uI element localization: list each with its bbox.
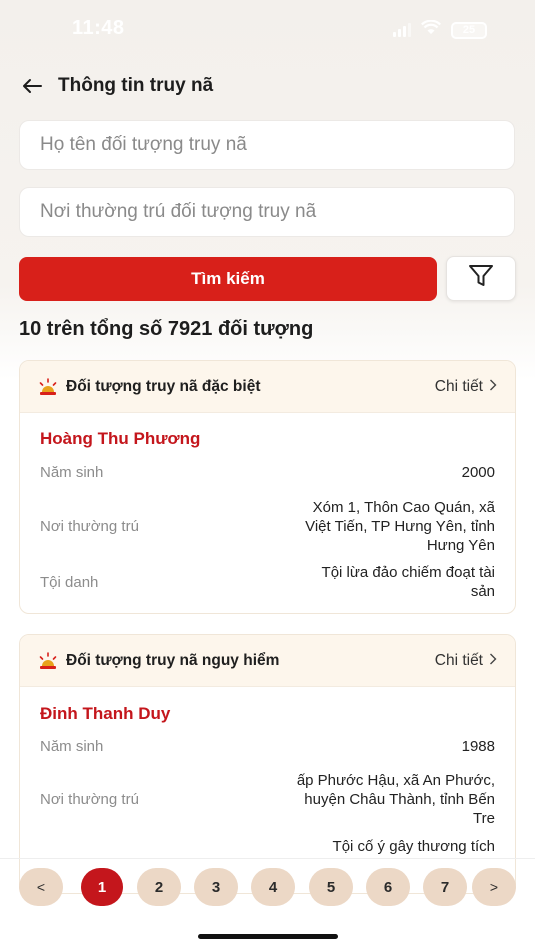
- crime-label: Tội danh: [40, 573, 99, 591]
- crime-value: Tội cố ý gây thương tích: [332, 838, 495, 855]
- person-name: Hoàng Thu Phương: [40, 429, 201, 448]
- page-button-3[interactable]: 3: [194, 868, 238, 906]
- next-page-button[interactable]: >: [472, 868, 516, 906]
- page-button-5[interactable]: 5: [309, 868, 353, 906]
- status-icons: 25: [393, 19, 487, 40]
- signal-icon: [393, 23, 411, 37]
- birth-label: Năm sinh: [40, 738, 104, 755]
- pagination: < 1 2 3 4 5 6 7 >: [0, 868, 535, 908]
- back-arrow-icon[interactable]: [20, 74, 44, 98]
- chevron-right-icon: [489, 652, 497, 670]
- page-button-1[interactable]: 1: [81, 868, 123, 906]
- battery-icon: 25: [451, 21, 487, 39]
- address-line: Hưng Yên: [426, 536, 495, 554]
- detail-label: Chi tiết: [434, 377, 483, 395]
- crime-line: Tội lừa đảo chiếm đoạt tài: [321, 564, 495, 581]
- result-count: 10 trên tổng số 7921 đối tượng: [19, 318, 314, 340]
- page-button-2[interactable]: 2: [137, 868, 181, 906]
- card-header: Đối tượng truy nã nguy hiểm Chi tiết: [20, 635, 515, 687]
- siren-icon: [38, 377, 58, 397]
- page-button-4[interactable]: 4: [251, 868, 295, 906]
- birth-label: Năm sinh: [40, 464, 104, 481]
- address-line: huyện Châu Thành, tỉnh Bến: [304, 790, 495, 808]
- card-category: Đối tượng truy nã nguy hiểm: [66, 651, 280, 669]
- detail-link[interactable]: Chi tiết: [435, 652, 497, 670]
- app-header: Thông tin truy nã: [20, 70, 515, 102]
- wanted-card: Đối tượng truy nã nguy hiểm Chi tiết Đin…: [19, 634, 516, 894]
- status-bar: 11:48 25: [0, 0, 535, 60]
- page-button-6[interactable]: 6: [366, 868, 410, 906]
- crime-row: Tội cố ý gây thương tích: [40, 837, 495, 856]
- wanted-card: Đối tượng truy nã đặc biệt Chi tiết Hoàn…: [19, 360, 516, 614]
- crime-value: Tội lừa đảo chiếm đoạt tài sản: [322, 563, 495, 601]
- name-field-container: [19, 120, 515, 170]
- search-button[interactable]: Tìm kiếm: [19, 257, 437, 301]
- address-line: Việt Tiến, TP Hưng Yên, tỉnh: [305, 517, 495, 535]
- address-line: Tre: [473, 809, 495, 827]
- siren-icon: [38, 651, 58, 671]
- card-header: Đối tượng truy nã đặc biệt Chi tiết: [20, 361, 515, 413]
- address-search-input[interactable]: [40, 201, 514, 223]
- detail-label: Chi tiết: [434, 651, 483, 669]
- detail-link[interactable]: Chi tiết: [435, 378, 497, 396]
- wifi-icon: [421, 19, 441, 40]
- address-line: ấp Phước Hậu, xã An Phước,: [296, 771, 495, 789]
- person-name: Đinh Thanh Duy: [40, 704, 171, 723]
- prev-page-button[interactable]: <: [19, 868, 63, 906]
- address-field-container: [19, 187, 515, 237]
- address-value: ấp Phước Hậu, xã An Phước, huyện Châu Th…: [297, 771, 495, 828]
- birth-row: Năm sinh 2000: [40, 463, 495, 482]
- address-value: Xóm 1, Thôn Cao Quán, xã Việt Tiến, TP H…: [305, 498, 495, 555]
- address-label: Nơi thường trú: [40, 790, 139, 808]
- crime-row: Tội danh Tội lừa đảo chiếm đoạt tài sản: [40, 562, 495, 602]
- status-time: 11:48: [72, 17, 125, 39]
- address-row: Nơi thường trú Xóm 1, Thôn Cao Quán, xã …: [40, 497, 495, 555]
- birth-row: Năm sinh 1988: [40, 737, 495, 756]
- birth-year: 2000: [461, 464, 495, 481]
- pager-divider: [0, 858, 535, 859]
- address-label: Nơi thường trú: [40, 517, 139, 535]
- address-row: Nơi thường trú ấp Phước Hậu, xã An Phước…: [40, 770, 495, 828]
- filter-icon: [468, 264, 494, 293]
- address-line: Xóm 1, Thôn Cao Quán, xã: [312, 498, 495, 516]
- filter-button[interactable]: [446, 256, 516, 301]
- page-title: Thông tin truy nã: [58, 75, 214, 96]
- chevron-right-icon: [489, 378, 497, 396]
- crime-line: sản: [470, 583, 495, 600]
- card-category: Đối tượng truy nã đặc biệt: [66, 377, 261, 395]
- page-button-7[interactable]: 7: [423, 868, 467, 906]
- name-search-input[interactable]: [40, 134, 514, 156]
- birth-year: 1988: [461, 738, 495, 755]
- home-indicator: [198, 934, 338, 939]
